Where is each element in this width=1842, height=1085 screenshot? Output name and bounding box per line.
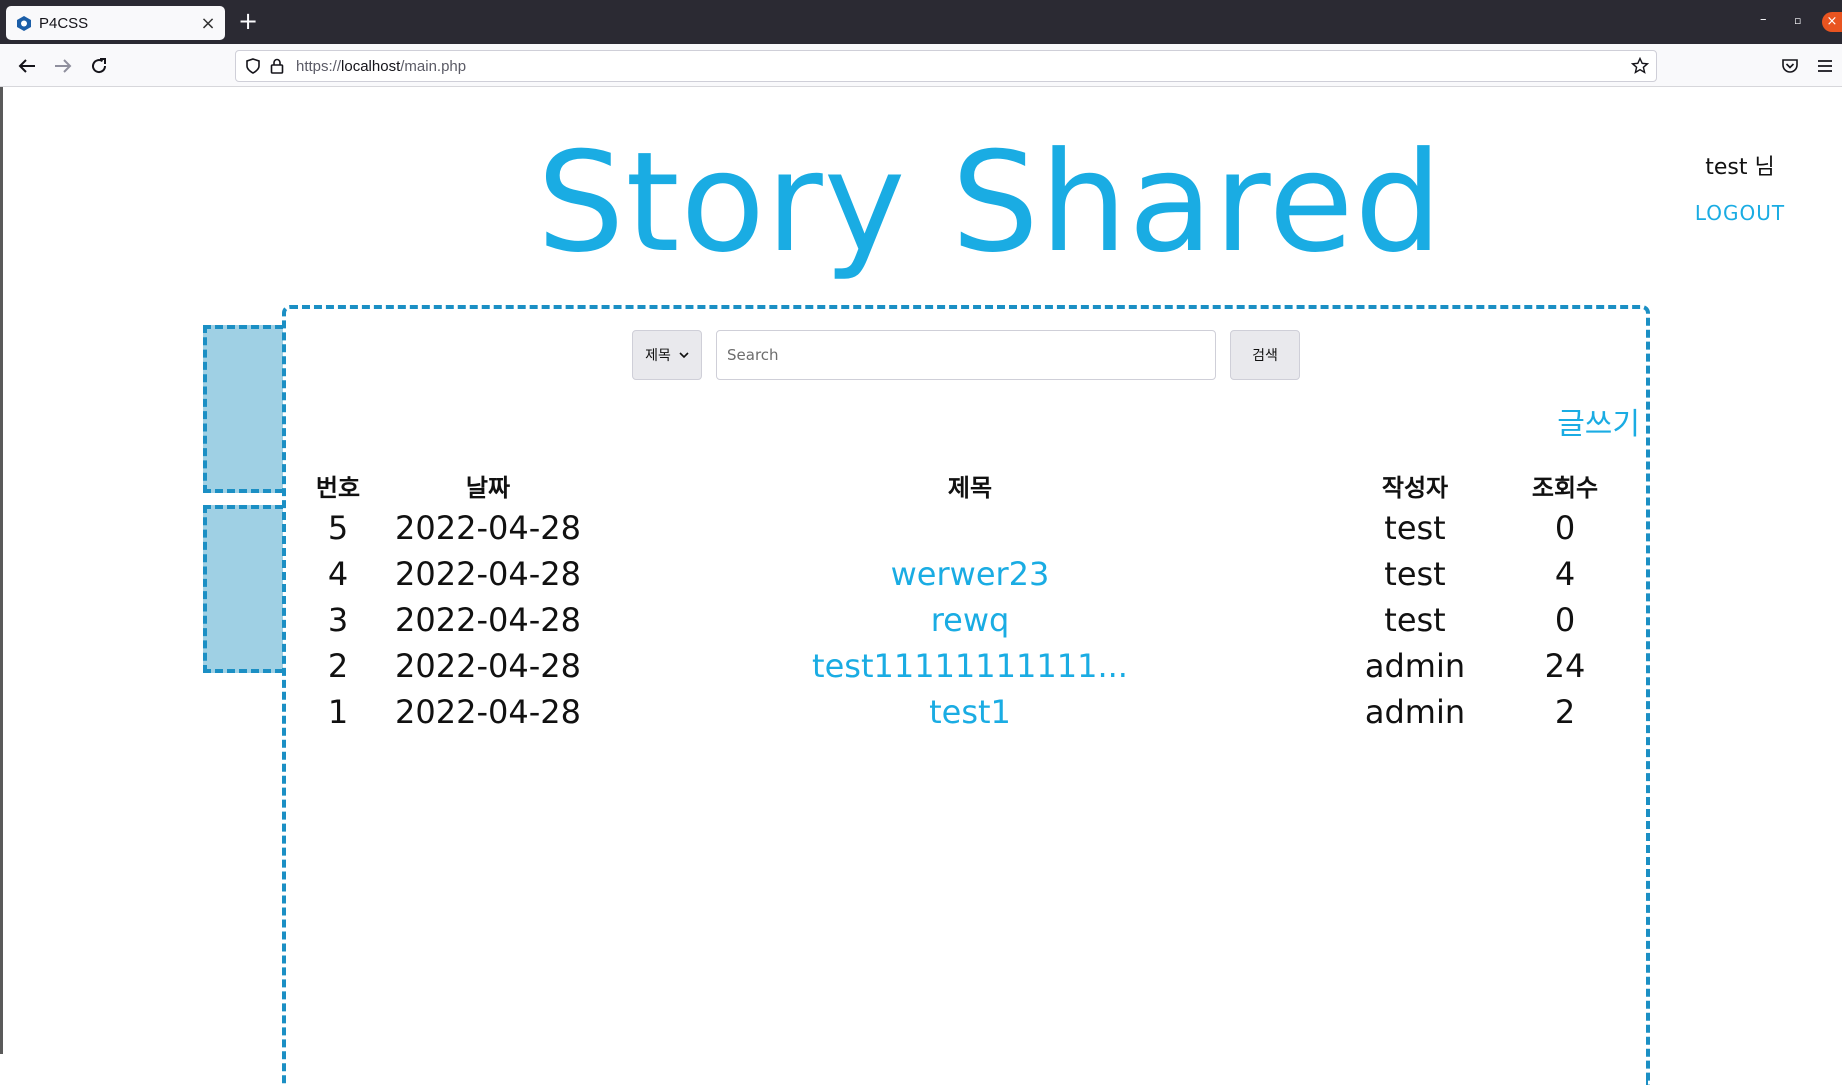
shield-icon[interactable]	[244, 57, 262, 75]
post-date: 2022-04-28	[395, 647, 581, 685]
close-tab-icon[interactable]: ×	[197, 12, 219, 34]
table-header-row: 번호 날짜 제목 작성자 조회수	[300, 465, 1640, 505]
post-views: 4	[1554, 555, 1576, 593]
search-field-select[interactable]: 제목	[632, 330, 702, 380]
browser-tab[interactable]: P4CSS ×	[6, 6, 225, 40]
post-number: 1	[327, 693, 349, 731]
minimize-icon[interactable]: –	[1760, 12, 1767, 27]
logout-link[interactable]: LOGOUT	[1680, 201, 1800, 225]
post-number: 2	[327, 647, 349, 685]
column-header-writer: 작성자	[1381, 473, 1449, 502]
maximize-icon[interactable]: ▫	[1794, 14, 1801, 27]
write-post-link[interactable]: 글쓰기	[1530, 399, 1640, 443]
post-date: 2022-04-28	[395, 555, 581, 593]
post-writer: test	[1384, 601, 1446, 639]
forward-arrow-icon[interactable]	[50, 53, 76, 79]
post-writer: test	[1384, 555, 1446, 593]
post-writer: admin	[1364, 693, 1466, 731]
post-title-link[interactable]: rewq	[600, 597, 1340, 643]
url-prefix: https://	[296, 57, 342, 75]
column-header-date: 날짜	[465, 473, 511, 502]
favicon-icon	[16, 15, 31, 31]
table-row: 5 2022-04-28 test 0	[300, 505, 1640, 551]
browser-nav-bar: https://localhost/main.php	[0, 44, 1842, 87]
window-close-icon[interactable]: ×	[1822, 12, 1842, 32]
post-date: 2022-04-28	[395, 693, 581, 731]
post-title-link[interactable]: werwer23	[600, 551, 1340, 597]
tab-title: P4CSS	[39, 14, 89, 32]
post-views: 0	[1554, 601, 1576, 639]
pocket-icon[interactable]	[1777, 53, 1803, 79]
url-text[interactable]: https://localhost/main.php	[296, 58, 466, 75]
page-content: Story Shared test 님 LOGOUT 제목 검색 글쓰기 번호 …	[0, 87, 1842, 1085]
post-number: 5	[327, 509, 349, 547]
side-panel-top	[203, 325, 283, 493]
column-header-title: 제목	[947, 473, 993, 502]
post-title-link[interactable]: test1	[600, 689, 1340, 735]
menu-icon[interactable]	[1812, 53, 1838, 79]
post-views: 2	[1554, 693, 1576, 731]
column-header-views: 조회수	[1531, 473, 1599, 502]
search-input[interactable]	[716, 330, 1216, 380]
chevron-down-icon	[679, 347, 689, 363]
post-number: 4	[327, 555, 349, 593]
post-date: 2022-04-28	[395, 601, 581, 639]
url-path: /main.php	[400, 57, 467, 75]
user-greeting: test 님	[1705, 155, 1775, 180]
post-writer: test	[1384, 509, 1446, 547]
site-title: Story Shared	[536, 122, 1444, 283]
browser-tab-bar: P4CSS × + – ▫ ×	[0, 0, 1842, 44]
post-date: 2022-04-28	[395, 509, 581, 547]
new-tab-button[interactable]: +	[236, 9, 260, 33]
star-icon[interactable]	[1630, 56, 1650, 76]
post-number: 3	[327, 601, 349, 639]
lock-icon[interactable]	[268, 57, 286, 75]
post-table: 번호 날짜 제목 작성자 조회수 5 2022-04-28 test 0 4 2…	[300, 465, 1640, 735]
post-views: 0	[1554, 509, 1576, 547]
back-arrow-icon[interactable]	[14, 53, 40, 79]
url-bar[interactable]: https://localhost/main.php	[235, 50, 1657, 82]
post-title-link[interactable]: test11111111111...	[600, 643, 1340, 689]
table-row: 1 2022-04-28 test1 admin 2	[300, 689, 1640, 735]
reload-icon[interactable]	[86, 53, 112, 79]
table-row: 4 2022-04-28 werwer23 test 4	[300, 551, 1640, 597]
search-select-value: 제목	[645, 348, 671, 364]
table-row: 3 2022-04-28 rewq test 0	[300, 597, 1640, 643]
url-host: localhost	[341, 57, 401, 75]
post-views: 24	[1544, 647, 1586, 685]
post-title-link[interactable]	[600, 505, 1340, 551]
search-button[interactable]: 검색	[1230, 330, 1300, 380]
post-writer: admin	[1364, 647, 1466, 685]
window-edge	[0, 87, 3, 1054]
table-row: 2 2022-04-28 test11111111111... admin 24	[300, 643, 1640, 689]
side-panel-bottom	[203, 505, 283, 673]
column-header-number: 번호	[315, 473, 361, 502]
